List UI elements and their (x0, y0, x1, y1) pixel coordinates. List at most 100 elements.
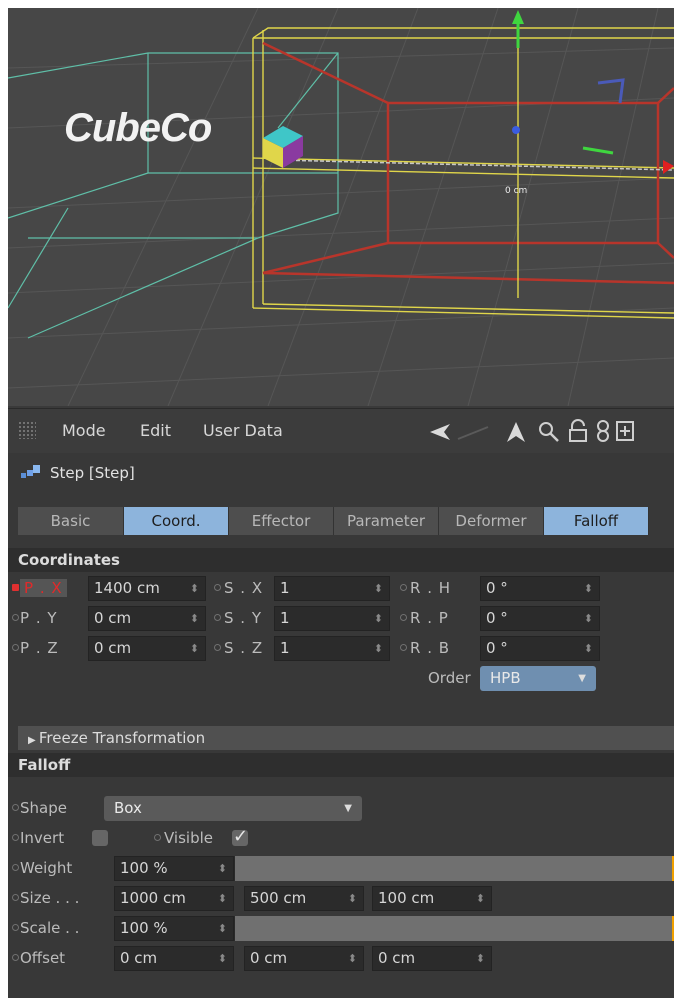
keyframe-dot[interactable] (12, 614, 19, 621)
sy-field[interactable]: 1 ⬍ (274, 606, 390, 631)
menu-user-data[interactable]: User Data (203, 421, 283, 440)
size-y-field[interactable]: 500 cm ⬍ (244, 886, 364, 911)
spinner-icon[interactable]: ⬍ (190, 607, 199, 630)
keyframe-dot[interactable] (12, 894, 19, 901)
keyframe-dot[interactable] (214, 644, 221, 651)
checkmark-icon: ✓ (233, 826, 249, 847)
menu-mode[interactable]: Mode (62, 421, 106, 440)
freeze-transformation[interactable]: ▶ Freeze Transformation (18, 726, 674, 750)
keyframe-dot[interactable] (12, 804, 19, 811)
search-icon[interactable] (538, 421, 560, 443)
menu-edit[interactable]: Edit (140, 421, 171, 440)
offset-row: Offset 0 cm ⬍ 0 cm ⬍ 0 cm ⬍ (8, 946, 674, 972)
keyframe-dot[interactable] (12, 864, 19, 871)
keyframe-dot[interactable] (12, 644, 19, 651)
size-x-field[interactable]: 1000 cm ⬍ (114, 886, 234, 911)
tab-deformer[interactable]: Deformer (439, 507, 544, 535)
keyframe-dot[interactable] (12, 924, 19, 931)
keyframe-dot[interactable] (400, 584, 407, 591)
invert-checkbox[interactable] (92, 830, 108, 846)
keyframe-dot[interactable] (400, 644, 407, 651)
weight-slider[interactable] (234, 856, 674, 881)
spinner-icon[interactable]: ⬍ (374, 637, 383, 660)
spinner-icon[interactable]: ⬍ (476, 947, 485, 970)
new-window-icon[interactable] (616, 421, 634, 441)
spinner-icon[interactable]: ⬍ (584, 607, 593, 630)
app-frame: CubeCo 0 cm Mode Edit User Data Step [St… (8, 8, 674, 998)
offset-x-field[interactable]: 0 cm ⬍ (114, 946, 234, 971)
spinner-icon[interactable]: ⬍ (190, 637, 199, 660)
tab-parameter[interactable]: Parameter (334, 507, 439, 535)
keyframe-dot[interactable] (400, 614, 407, 621)
grip-icon[interactable] (18, 421, 36, 439)
sz-label: S . Z (224, 639, 264, 657)
px-value: 1400 cm (94, 579, 160, 597)
rb-value: 0 ° (486, 639, 508, 657)
back-arrow-icon[interactable] (428, 423, 508, 441)
tab-falloff[interactable]: Falloff (544, 507, 649, 535)
shape-label: Shape (20, 799, 67, 817)
spinner-icon[interactable]: ⬍ (374, 607, 383, 630)
visible-checkbox[interactable]: ✓ (232, 826, 248, 847)
shape-dropdown[interactable]: Box ▼ (104, 796, 362, 821)
size-z-field[interactable]: 100 cm ⬍ (372, 886, 492, 911)
offset-y-value: 0 cm (250, 949, 288, 967)
rh-field[interactable]: 0 ° ⬍ (480, 576, 600, 601)
scale-value: 100 % (120, 919, 168, 937)
lock-icon[interactable] (568, 419, 588, 443)
spinner-icon[interactable]: ⬍ (476, 887, 485, 910)
sz-field[interactable]: 1 ⬍ (274, 636, 390, 661)
spinner-icon[interactable]: ⬍ (218, 857, 227, 880)
weight-label: Weight (20, 859, 73, 877)
object-header: Step [Step] (8, 454, 674, 494)
sz-value: 1 (280, 639, 290, 657)
keyframe-dot[interactable] (12, 834, 19, 841)
rp-value: 0 ° (486, 609, 508, 627)
keyframe-dot[interactable] (12, 954, 19, 961)
spinner-icon[interactable]: ⬍ (218, 917, 227, 940)
tab-basic[interactable]: Basic (18, 507, 124, 535)
size-y-value: 500 cm (250, 889, 307, 907)
chevron-down-icon: ▼ (344, 803, 352, 814)
pz-label: P . Z (20, 639, 59, 657)
scale-field[interactable]: 100 % ⬍ (114, 916, 234, 941)
sx-field[interactable]: 1 ⬍ (274, 576, 390, 601)
tab-coord[interactable]: Coord. (124, 507, 229, 535)
rp-field[interactable]: 0 ° ⬍ (480, 606, 600, 631)
weight-value: 100 % (120, 859, 168, 877)
keyframe-dot[interactable] (12, 584, 19, 591)
py-label: P . Y (20, 609, 58, 627)
rb-field[interactable]: 0 ° ⬍ (480, 636, 600, 661)
order-dropdown[interactable]: HPB ▼ (480, 666, 596, 691)
offset-y-field[interactable]: 0 cm ⬍ (244, 946, 364, 971)
size-x-value: 1000 cm (120, 889, 186, 907)
weight-field[interactable]: 100 % ⬍ (114, 856, 234, 881)
3d-viewport[interactable]: CubeCo 0 cm (8, 8, 674, 406)
spinner-icon[interactable]: ⬍ (584, 637, 593, 660)
pz-field[interactable]: 0 cm ⬍ (88, 636, 206, 661)
offset-z-field[interactable]: 0 cm ⬍ (372, 946, 492, 971)
spinner-icon[interactable]: ⬍ (190, 577, 199, 600)
step-effector-icon (21, 465, 40, 478)
spinner-icon[interactable]: ⬍ (348, 947, 357, 970)
tab-effector[interactable]: Effector (229, 507, 334, 535)
keyframe-dot[interactable] (214, 584, 221, 591)
coordinates-section-header: Coordinates (8, 548, 674, 572)
viewport-scene (8, 8, 674, 406)
spinner-icon[interactable]: ⬍ (218, 887, 227, 910)
spinner-icon[interactable]: ⬍ (584, 577, 593, 600)
spinner-icon[interactable]: ⬍ (348, 887, 357, 910)
keyframe-dot[interactable] (154, 834, 161, 841)
offset-z-value: 0 cm (378, 949, 416, 967)
invert-label: Invert (20, 829, 65, 847)
px-field[interactable]: 1400 cm ⬍ (88, 576, 206, 601)
spinner-icon[interactable]: ⬍ (374, 577, 383, 600)
spinner-icon[interactable]: ⬍ (218, 947, 227, 970)
scale-label: Scale . . (20, 919, 80, 937)
up-arrow-icon[interactable] (506, 421, 526, 443)
scale-slider[interactable] (234, 916, 674, 941)
coord-row-2: P . Y 0 cm ⬍ S . Y 1 ⬍ R . P 0 ° ⬍ (8, 606, 674, 632)
link-icon[interactable] (596, 419, 610, 443)
keyframe-dot[interactable] (214, 614, 221, 621)
py-field[interactable]: 0 cm ⬍ (88, 606, 206, 631)
